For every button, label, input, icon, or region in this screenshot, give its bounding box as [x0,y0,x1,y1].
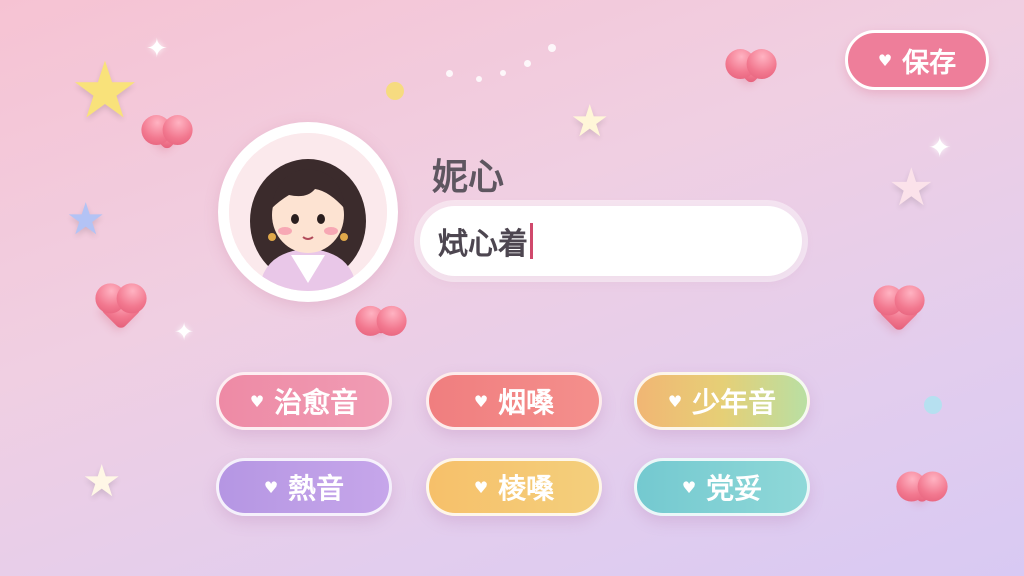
heart-icon: ♥ [249,391,265,411]
heart-decoration-icon [735,53,767,85]
bead-decoration [524,60,531,67]
nickname-input-value: 烒心着 [438,227,528,262]
heart-decoration-icon [99,287,143,331]
voice-tag-chip[interactable]: ♥ 熱音 [216,458,392,516]
voice-tag-chip[interactable]: ♥ 少年音 [634,372,810,430]
voice-tag-label: 烟嗓 [498,386,555,419]
nickname-input[interactable]: 烒心着 [420,206,802,276]
text-caret [530,223,533,259]
girl-avatar-icon [229,133,387,291]
white-star-icon: ★ [82,456,122,507]
sparkle-icon: ✦ [174,318,195,346]
heart-decoration-icon [151,119,183,151]
bead-decoration [500,70,506,76]
voice-tag-chip[interactable]: ♥ 烟嗓 [426,372,602,430]
blue-star-icon: ★ [66,194,106,245]
voice-tag-label: 熱音 [288,472,345,505]
heart-icon: ♥ [473,477,489,497]
yellow-star-icon: ★ [70,46,140,136]
cream-star-icon: ★ [570,96,610,147]
heart-icon: ♥ [667,391,683,411]
sparkle-icon: ✦ [928,131,952,164]
heart-icon: ♥ [263,477,279,497]
heart-decoration-icon [907,475,937,505]
voice-tag-label: 党妥 [706,472,763,505]
save-button[interactable]: ♥ 保存 [845,30,989,90]
bead-decoration [476,76,482,82]
heart-icon: ♥ [473,391,489,411]
pink-star-icon: ★ [888,158,935,218]
bead-decoration [548,44,556,52]
heart-decoration-icon [368,310,394,336]
nickname-label: 妮心 [432,157,505,198]
bead-decoration [446,70,453,77]
heart-icon: ♥ [877,50,893,70]
avatar[interactable] [218,122,398,302]
voice-tag-chip[interactable]: ♥ 棱嗓 [426,458,602,516]
sparkle-icon: ✦ [146,34,168,64]
voice-tag-chip[interactable]: ♥ 党妥 [634,458,810,516]
voice-tag-label: 少年音 [692,386,777,419]
heart-decoration-icon [877,289,921,333]
voice-tag-label: 治愈音 [274,386,359,419]
voice-tag-chip[interactable]: ♥ 治愈音 [216,372,392,430]
save-button-label: 保存 [902,47,957,79]
heart-icon: ♥ [681,477,697,497]
bead-decoration [386,82,404,100]
voice-tag-label: 棱嗓 [498,472,555,505]
bead-decoration [924,396,942,414]
